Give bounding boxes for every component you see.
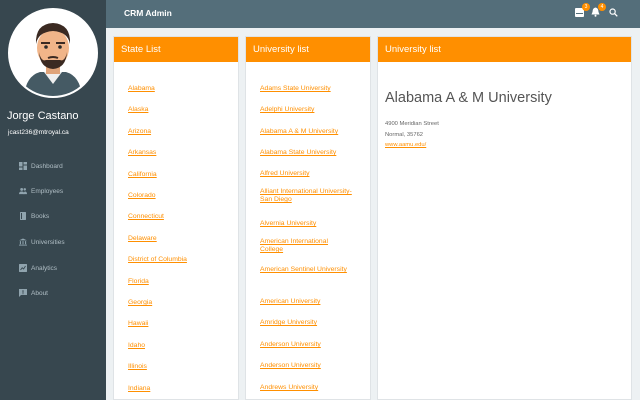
university-icon [19,238,27,246]
nav-label: Analytics [31,264,58,272]
state-link[interactable]: Florida [128,278,149,286]
state-link[interactable]: California [128,171,157,179]
user-email: jcast236@mtroyal.ca [8,129,69,136]
nav-label: Employees [31,187,64,195]
dashboard-icon [19,162,27,170]
university-city: Normal, 35762 [385,132,424,138]
university-detail-title: University list [378,37,631,62]
state-link[interactable]: Arkansas [128,149,156,157]
university-address: 4900 Meridian Street [385,121,439,127]
book-icon [19,212,27,220]
state-link[interactable]: Alabama [128,85,155,93]
university-link[interactable]: Adams State University [260,85,331,93]
university-name: Alabama A & M University [385,90,552,106]
people-icon [19,187,27,195]
search-icon [609,4,618,22]
university-link[interactable]: American Sentinel University [260,266,350,274]
university-link[interactable]: Amridge University [260,319,317,327]
university-link[interactable]: Alvernia University [260,220,316,228]
university-link[interactable]: American International College [260,238,350,254]
analytics-icon [19,264,27,272]
state-link[interactable]: Arizona [128,128,151,136]
university-link[interactable]: American University [260,298,320,306]
nav-label: Dashboard [31,162,63,170]
state-link[interactable]: Connecticut [128,213,164,221]
nav-item-dashboard[interactable]: Dashboard [19,160,63,172]
nav-item-analytics[interactable]: Analytics [19,262,57,274]
sidebar: Jorge Castano jcast236@mtroyal.ca Dashbo… [0,0,106,400]
search-button[interactable] [608,7,619,18]
university-link[interactable]: Alliant International University-San Die… [260,188,356,204]
inbox-badge: 3 [582,3,590,11]
nav-item-universities[interactable]: Universities [19,236,65,248]
university-link[interactable]: Andrews University [260,384,318,392]
state-link[interactable]: Idaho [128,342,145,350]
state-list-panel: State List Alabama Alaska Arizona Arkans… [113,36,239,400]
university-list-title: University list [246,37,370,62]
nav-label: Books [31,212,50,220]
university-link[interactable]: Anderson University [260,362,321,370]
state-link[interactable]: Delaware [128,235,157,243]
state-link[interactable]: Georgia [128,299,152,307]
university-link[interactable]: Anderson University [260,341,321,349]
nav-label: About [31,289,48,297]
state-link[interactable]: Alaska [128,106,148,114]
nav-item-about[interactable]: About [19,287,48,299]
nav-item-books[interactable]: Books [19,210,49,222]
state-link[interactable]: District of Columbia [128,256,187,264]
state-list-title: State List [114,37,238,62]
state-link[interactable]: Hawaii [128,320,148,328]
avatar [8,8,98,98]
university-link[interactable]: Adelphi University [260,106,314,114]
chat-icon [19,289,27,297]
notifications-badge: 4 [598,3,606,11]
state-link[interactable]: Indiana [128,385,150,393]
state-link[interactable]: Illinois [128,363,147,371]
app-title: CRM Admin [124,8,172,18]
university-link[interactable]: Alabama State University [260,149,336,157]
notifications-button[interactable]: 4 [590,3,606,18]
user-name: Jorge Castano [7,110,79,122]
state-link[interactable]: Colorado [128,192,156,200]
nav-label: Universities [31,238,65,246]
university-link[interactable]: Alabama A & M University [260,128,338,136]
top-bar: CRM Admin 3 4 [106,0,640,28]
university-detail-panel: University list Alabama A & M University… [377,36,632,400]
university-website-link[interactable]: www.aamu.edu/ [385,142,426,148]
university-link[interactable]: Alfred University [260,170,309,178]
nav-item-employees[interactable]: Employees [19,185,63,197]
university-list-panel: University list Adams State University A… [245,36,371,400]
inbox-button[interactable]: 3 [574,3,590,18]
